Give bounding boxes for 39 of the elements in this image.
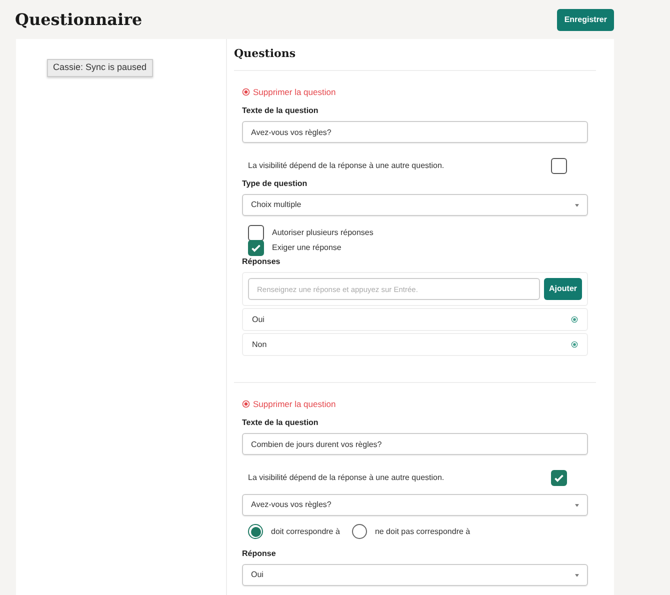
tooltip: Cassie: Sync is paused [47,59,153,76]
section-title: Questions [234,46,296,62]
radio-label: doit correspondre à [271,526,340,538]
radio-label: ne doit pas correspondre à [374,526,470,538]
caret-icon [575,504,579,506]
visibility-label: La visibilité dépend de la réponse à une autre question. [248,472,444,484]
remove-icon[interactable] [571,316,578,323]
answer-text: Non [252,338,267,350]
field-label: Texte de la question [242,105,320,117]
add-button[interactable]: Ajouter [544,278,582,300]
radio-button[interactable] [248,524,263,539]
checkbox[interactable] [248,240,264,256]
option-label: Autoriser plusieurs réponses [272,226,374,238]
radio-button[interactable] [352,524,367,539]
delete-question-link[interactable]: Supprimer la question [242,397,588,411]
select-field[interactable]: Avez-vous vos règles? [242,494,588,516]
checkbox[interactable] [551,470,567,486]
checkmark-icon [553,472,565,484]
page-title: Questionnaire [15,8,142,30]
field-label: Réponses [242,256,282,268]
option-label: Exiger une réponse [272,242,342,254]
field-label: Réponse [242,548,277,560]
visibility-label: La visibilité dépend de la réponse à une autre question. [248,160,444,172]
checkbox[interactable] [551,158,567,174]
caret-icon [575,204,579,206]
question-text-field[interactable]: Combien de jours durent vos règles? [242,433,588,455]
select-field[interactable]: Oui [242,564,588,586]
remove-icon[interactable] [571,341,578,348]
remove-icon[interactable] [242,88,250,96]
field-label: Type de question [242,178,308,190]
field-label: Texte de la question [242,417,320,429]
remove-icon[interactable] [242,400,250,408]
caret-icon [575,574,579,576]
delete-question-link[interactable]: Supprimer la question [242,85,588,99]
question-text-field[interactable]: Avez-vous vos règles? [242,121,588,143]
answer-text: Oui [252,314,264,326]
select-field[interactable]: Choix multiple [242,194,588,216]
save-button[interactable]: Enregistrer [557,8,614,30]
checkbox[interactable] [248,224,264,240]
